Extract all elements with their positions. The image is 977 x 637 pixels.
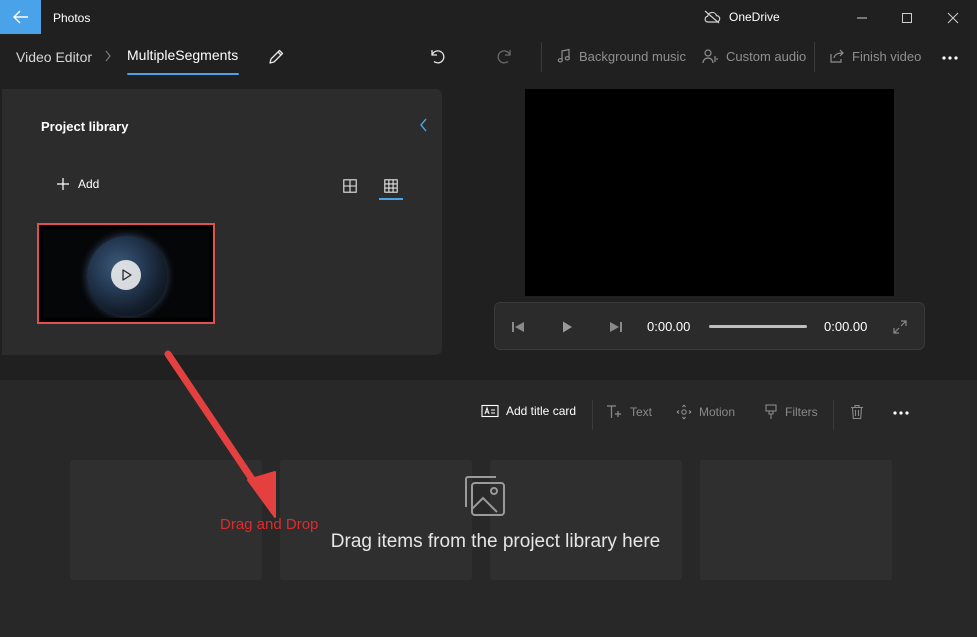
app-title: Photos [53,11,91,25]
breadcrumb-active-indicator [127,73,239,75]
plus-icon [57,178,69,190]
arrow-left-icon [12,10,28,24]
highlighted-media-item[interactable] [37,223,215,324]
redo-icon [497,50,511,64]
collapse-library-button[interactable] [416,116,432,134]
play-button[interactable] [558,318,576,336]
chevron-right-icon [105,50,111,62]
more-horizontal-icon [893,411,909,415]
close-button[interactable] [943,8,963,28]
total-time: 0:00.00 [824,319,868,334]
maximize-icon [902,13,912,23]
add-media-button[interactable]: Add [56,177,99,191]
breadcrumb-video-editor[interactable]: Video Editor [16,49,92,65]
text-icon [607,405,621,418]
undo-icon [431,50,445,64]
current-time: 0:00.00 [647,319,691,334]
background-music-label: Background music [579,48,686,64]
project-library-panel: Project library Add [2,89,442,355]
rename-button[interactable] [264,45,288,69]
person-audio-icon [702,49,718,64]
undo-button[interactable] [425,44,449,68]
custom-audio-button[interactable]: Custom audio [702,48,806,64]
motion-icon [676,404,692,420]
grid-large-icon [343,179,357,193]
motion-button[interactable]: Motion [676,404,735,420]
expand-icon [893,320,907,334]
more-horizontal-icon [942,56,958,60]
play-media-button[interactable] [111,260,141,290]
minimize-icon [857,17,867,19]
add-media-label: Add [78,177,100,191]
drag-and-drop-annotation: Drag and Drop [220,516,319,533]
storyboard-divider [592,400,593,430]
cloud-off-icon [704,10,721,24]
storyboard-empty-text: Drag items from the project library here [330,531,661,552]
large-grid-view-button[interactable] [338,175,362,197]
back-button[interactable] [0,0,41,34]
storyboard-empty-message: Drag items from the project library here [0,531,977,553]
text-button[interactable]: Text [606,404,652,420]
video-preview [525,89,894,296]
finish-video-button[interactable]: Finish video [829,48,921,64]
command-bar: Video Editor MultipleSegments Background… [0,36,977,80]
text-label: Text [630,405,653,419]
filters-label: Filters [785,405,818,419]
project-library-title: Project library [41,119,129,134]
media-thumbnail[interactable] [43,229,209,318]
maximize-button[interactable] [897,8,917,28]
title-card-icon [481,404,499,418]
storyboard-panel: Add title card Text Motion Filters Drag … [0,380,977,637]
delete-button[interactable] [849,404,865,420]
small-grid-view-button[interactable] [379,175,403,197]
grid-small-icon [384,179,398,193]
chevron-left-icon [420,118,427,132]
playback-controls: 0:00.00 0:00.00 [494,302,925,350]
images-icon [465,476,505,516]
motion-label: Motion [699,405,736,419]
add-title-card-label: Add title card [506,404,577,418]
next-frame-button[interactable] [607,318,625,336]
active-view-indicator [379,198,403,200]
music-note-icon [557,48,570,63]
play-icon [122,269,132,281]
onedrive-label: OneDrive [729,10,780,24]
seek-bar[interactable] [709,325,807,328]
background-music-button[interactable]: Background music [556,48,686,64]
onedrive-status[interactable]: OneDrive [703,10,780,24]
storyboard-more-button[interactable] [892,410,910,416]
title-bar: Photos OneDrive [0,0,977,36]
skip-back-icon [512,322,524,332]
redo-button[interactable] [493,44,517,68]
previous-frame-button[interactable] [509,318,527,336]
minimize-button[interactable] [852,8,872,28]
storyboard-slot [700,460,892,580]
skip-forward-icon [610,322,622,332]
brush-icon [765,404,777,419]
close-icon [947,12,959,24]
play-icon [563,321,572,333]
more-options-button[interactable] [938,46,962,70]
trash-icon [851,404,863,420]
add-title-card-button[interactable]: Add title card [481,404,576,418]
custom-audio-label: Custom audio [726,48,807,64]
breadcrumb-project-name[interactable]: MultipleSegments [127,47,238,63]
storyboard-slot [490,460,682,580]
finish-video-label: Finish video [852,48,922,64]
toolbar-divider [814,42,815,72]
fullscreen-button[interactable] [891,318,909,336]
pencil-icon [269,49,284,64]
share-export-icon [830,49,844,63]
toolbar-divider [541,42,542,72]
filters-button[interactable]: Filters [764,404,818,420]
storyboard-divider [833,400,834,430]
